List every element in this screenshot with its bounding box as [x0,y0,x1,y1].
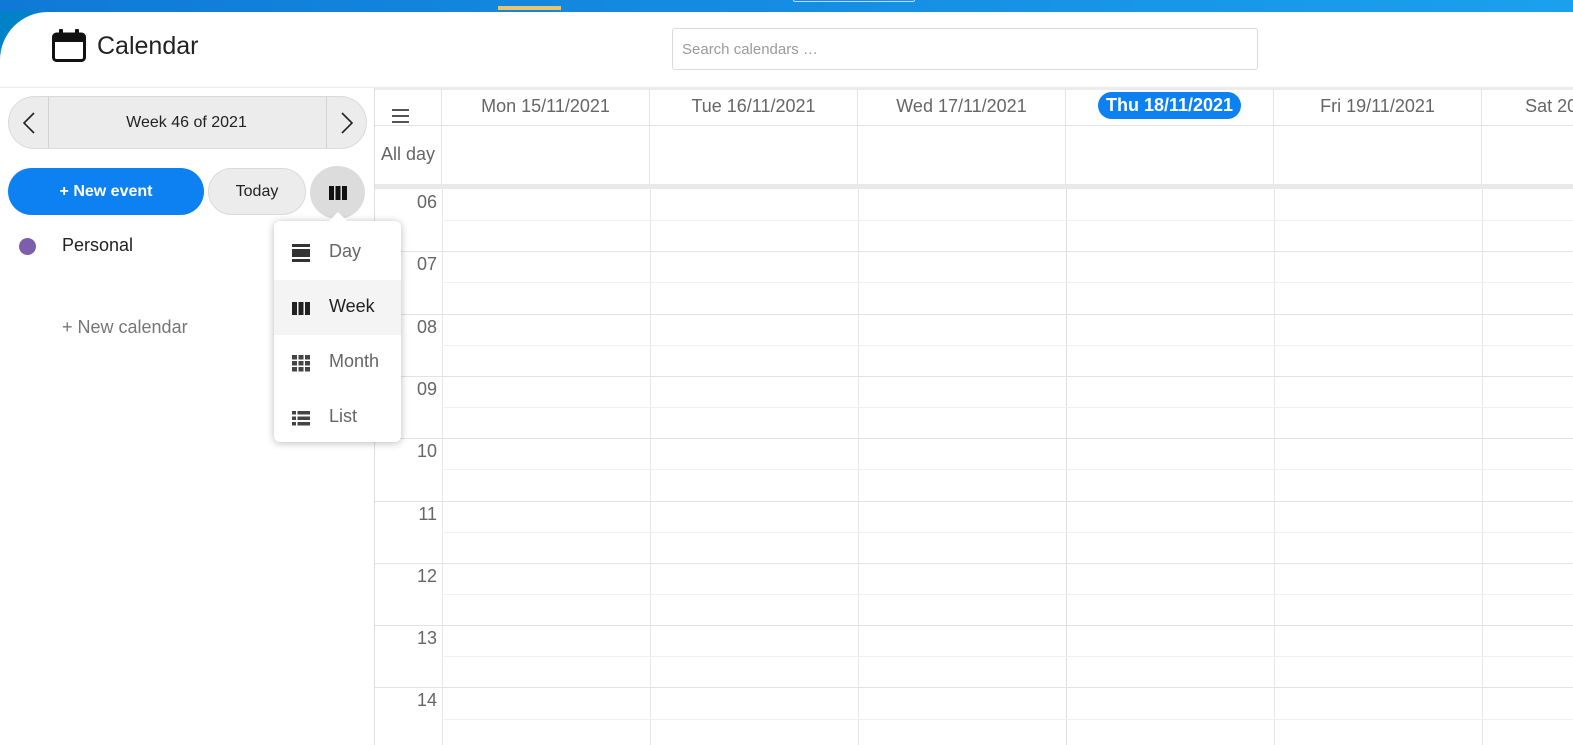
hour-label: 11 [418,503,437,524]
day-header-label: Sat 20/11/2021 [1525,96,1573,116]
all-day-cell[interactable] [1274,126,1482,184]
day-header-label: Fri 19/11/2021 [1320,96,1435,116]
day-header-label: Thu 18/11/2021 [1097,92,1242,119]
view-option-week[interactable]: Week [274,280,401,335]
day-column-divider [650,189,651,745]
day-column-divider [1066,189,1067,745]
week-grid: Mon 15/11/2021 Tue 16/11/2021 Wed 17/11/20… [374,88,1573,745]
day-header-label: Mon 15/11/2021 [481,96,610,116]
half-hour-line [442,344,1573,346]
half-hour-line [442,656,1573,658]
day-header[interactable]: Mon 15/11/2021 [442,88,650,126]
all-day-cell[interactable] [1066,126,1274,184]
time-column-divider [442,189,443,745]
half-hour-line [442,469,1573,471]
day-header[interactable]: Tue 16/11/2021 [650,88,858,126]
list-view-icon [292,411,310,426]
hour-line [375,375,1573,377]
view-option-label: List [329,406,358,426]
hour-line [375,313,1573,315]
app-title: Calendar [97,32,199,60]
hour-line [375,687,1573,689]
all-day-cell[interactable] [442,126,650,184]
new-calendar-button[interactable]: + New calendar [62,317,188,338]
view-option-day[interactable]: Day [274,225,401,280]
app-header: Calendar [0,12,1573,88]
calendar-icon [52,29,86,62]
hour-label: 06 [416,192,437,212]
next-week-button[interactable] [326,97,366,148]
active-app-indicator [498,6,561,10]
day-header-label: Tue 16/11/2021 [691,96,816,116]
hour-line [375,500,1573,502]
day-column-divider [1274,189,1275,745]
view-option-label: Week [329,296,375,316]
week-navigator: Week 46 of 2021 [8,96,367,149]
hour-line [375,251,1573,253]
view-option-list[interactable]: List [274,390,401,445]
day-header[interactable]: Thu 18/11/2021 [1066,88,1274,126]
all-day-cell[interactable] [650,126,858,184]
half-hour-line [442,407,1573,409]
chevron-left-icon [22,111,35,134]
hour-label: 14 [416,690,437,711]
day-header-label: Wed 17/11/2021 [896,96,1027,116]
calendar-name: Personal [62,235,134,255]
hour-line [375,562,1573,564]
hour-line [375,438,1573,440]
half-hour-line [442,718,1573,720]
today-button[interactable]: Today [208,168,306,215]
half-hour-line [442,531,1573,533]
previous-week-button[interactable] [9,97,49,148]
hour-line [375,625,1573,627]
week-view-icon [292,302,310,315]
all-day-label: All day [375,126,442,184]
grid-corner [375,88,442,126]
day-header[interactable]: Fri 19/11/2021 [1274,88,1482,126]
day-header[interactable]: Wed 17/11/2021 [858,88,1066,126]
view-option-label: Month [329,351,380,371]
half-hour-line [442,220,1573,222]
day-view-icon [292,244,310,262]
top-navigation-bar [0,0,1573,12]
view-option-month[interactable]: Month [274,335,401,390]
new-event-button[interactable]: + New event [8,168,204,215]
search-input[interactable] [672,28,1258,70]
chevron-right-icon [340,111,353,134]
month-view-icon [292,355,310,372]
hour-label: 13 [416,628,437,649]
day-column-divider [1482,189,1483,745]
all-day-cell[interactable] [858,126,1066,184]
hamburger-menu-icon[interactable] [392,109,409,123]
week-label[interactable]: Week 46 of 2021 [49,97,324,148]
day-column-divider [858,189,859,745]
week-view-icon [328,185,347,200]
all-day-cell[interactable] [1482,126,1573,184]
hour-label: 12 [416,565,437,586]
calendar-app: Calendar Week 46 of 2021 + New event Tod… [0,12,1573,745]
calendar-color-dot [19,238,36,255]
half-hour-line [442,593,1573,595]
view-dropdown-menu: Day Week Month List [274,212,401,445]
all-day-separator [375,184,1573,189]
dropdown-arrow [329,212,347,221]
half-hour-line [442,282,1573,284]
day-header[interactable]: Sat 20/11/2021 [1482,88,1573,126]
top-bar-element [793,0,915,2]
view-option-label: Day [329,241,362,261]
